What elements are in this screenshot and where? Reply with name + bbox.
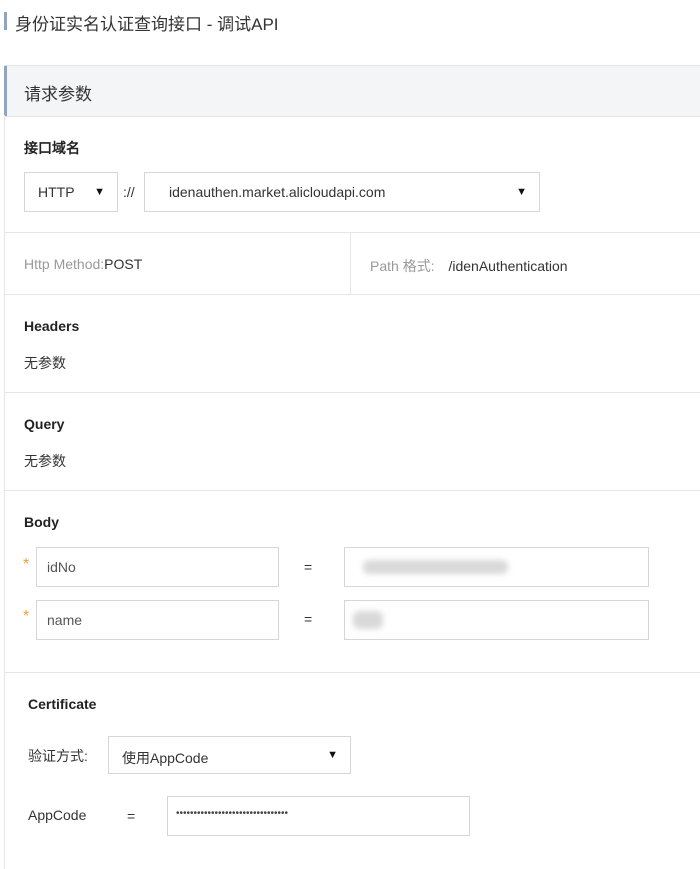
auth-method-select-value: 使用AppCode bbox=[122, 750, 209, 766]
host-select[interactable]: idenauthen.market.alicloudapi.com ▼ bbox=[144, 172, 540, 212]
chevron-down-icon: ▼ bbox=[94, 186, 105, 198]
divider bbox=[4, 672, 700, 673]
redacted-value bbox=[353, 611, 383, 629]
protocol-select-value: HTTP bbox=[38, 184, 75, 200]
param-value-field-name[interactable] bbox=[344, 600, 649, 640]
param-name-field-idno[interactable]: idNo bbox=[36, 547, 279, 587]
auth-method-select[interactable]: 使用AppCode ▼ bbox=[108, 736, 351, 774]
equals-sign: = bbox=[304, 559, 313, 575]
http-method-row: Http Method:POST bbox=[24, 256, 142, 272]
path-row: Path 格式: /idenAuthentication bbox=[370, 256, 568, 276]
auth-method-label: 验证方式: bbox=[28, 748, 88, 764]
query-empty: 无参数 bbox=[24, 453, 66, 469]
query-title: Query bbox=[24, 416, 65, 432]
appcode-masked-value: •••••••••••••••••••••••••••••••• bbox=[176, 808, 289, 819]
headers-empty: 无参数 bbox=[24, 355, 66, 371]
method-path-divider bbox=[350, 233, 351, 294]
param-value-field-idno[interactable] bbox=[344, 547, 649, 587]
equals-sign: = bbox=[127, 808, 136, 824]
domain-label: 接口域名 bbox=[24, 140, 80, 156]
chevron-down-icon: ▼ bbox=[516, 186, 527, 198]
appcode-input[interactable]: •••••••••••••••••••••••••••••••• bbox=[167, 796, 470, 836]
param-name-text: idNo bbox=[47, 559, 76, 575]
section-header: 请求参数 bbox=[4, 65, 700, 117]
section-header-label: 请求参数 bbox=[24, 85, 92, 104]
divider bbox=[4, 392, 700, 393]
section-accent-bar bbox=[4, 66, 7, 116]
appcode-label: AppCode bbox=[28, 807, 87, 823]
divider bbox=[4, 294, 700, 295]
redacted-value bbox=[363, 560, 508, 574]
http-method-value: POST bbox=[104, 256, 143, 272]
headers-title: Headers bbox=[24, 318, 80, 334]
page-title: 身份证实名认证查询接口 - 调试API bbox=[15, 15, 279, 34]
chevron-down-icon: ▼ bbox=[327, 749, 338, 761]
certificate-title: Certificate bbox=[28, 696, 97, 712]
required-marker: * bbox=[23, 556, 30, 573]
param-name-field-name[interactable]: name bbox=[36, 600, 279, 640]
title-accent-bar bbox=[4, 12, 7, 30]
path-label: Path 格式: bbox=[370, 258, 435, 274]
protocol-select[interactable]: HTTP ▼ bbox=[24, 172, 118, 212]
equals-sign: = bbox=[304, 611, 313, 627]
param-name-text: name bbox=[47, 612, 83, 628]
panel-left-border bbox=[4, 115, 5, 869]
divider bbox=[4, 490, 700, 491]
divider bbox=[4, 232, 700, 233]
protocol-separator: :// bbox=[123, 184, 135, 200]
http-method-label: Http Method: bbox=[24, 256, 105, 272]
host-select-value: idenauthen.market.alicloudapi.com bbox=[169, 184, 386, 200]
required-marker: * bbox=[23, 608, 30, 625]
path-value: /idenAuthentication bbox=[448, 258, 568, 274]
body-title: Body bbox=[24, 514, 59, 530]
